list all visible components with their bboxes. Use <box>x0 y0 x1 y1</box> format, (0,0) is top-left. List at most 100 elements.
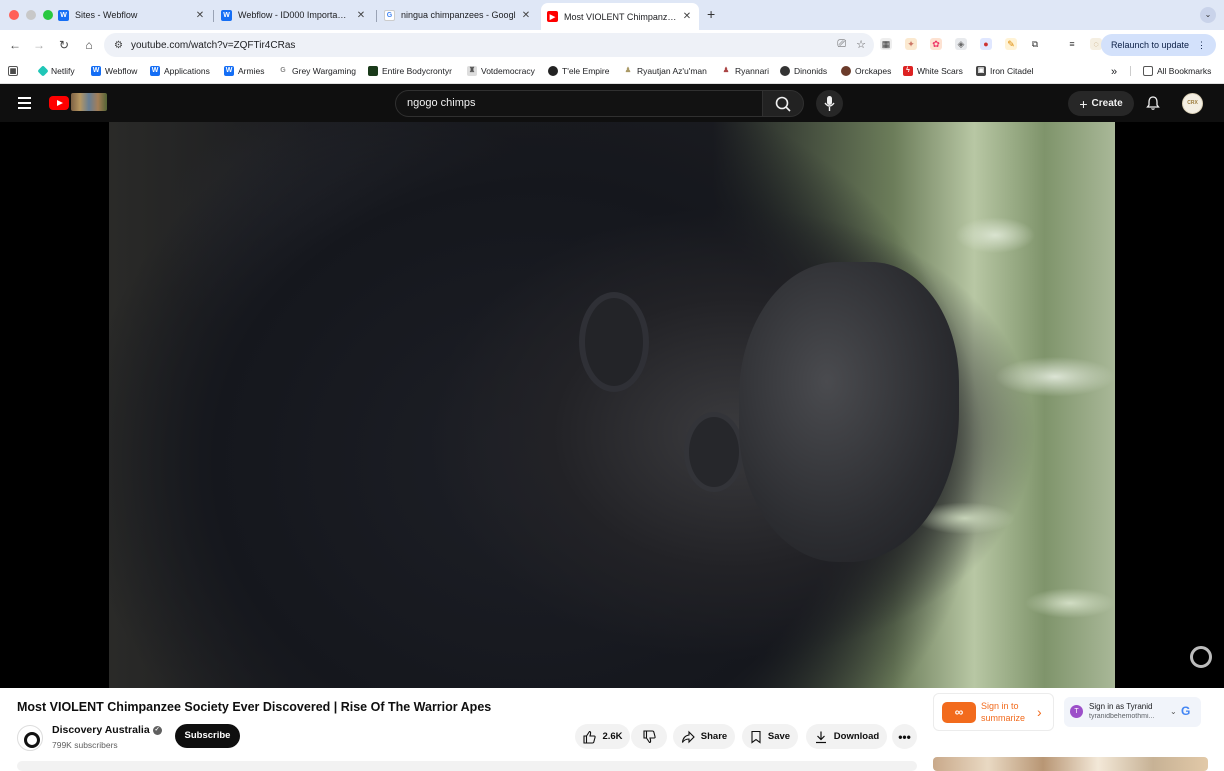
bookmark-ryannari[interactable]: ♟ Ryannari <box>721 66 769 76</box>
search-icon <box>775 96 791 112</box>
back-icon[interactable]: ← <box>8 38 22 52</box>
account-initial-avatar: T <box>1070 705 1083 718</box>
google-signin-prompt[interactable]: T Sign in as Tyranid tyranidbehemothmi..… <box>1064 697 1201 727</box>
account-avatar[interactable]: CRX <box>1182 93 1203 114</box>
webflow-icon: W <box>91 66 101 76</box>
tab-title: ningua chimpanzees - Googl <box>401 10 516 20</box>
tab-sites-webflow[interactable]: W Sites - Webflow ✕ <box>52 4 212 26</box>
summarize-text: Sign in to summarize <box>981 701 1026 723</box>
recommended-thumbnail[interactable] <box>933 757 1208 771</box>
more-icon[interactable]: ⋮ <box>1197 40 1206 51</box>
signin-title: Sign in as Tyranid <box>1089 702 1153 711</box>
folder-icon <box>1143 66 1153 76</box>
all-bookmarks[interactable]: All Bookmarks <box>1130 66 1211 76</box>
channel-avatar[interactable] <box>17 725 43 751</box>
bookmark-star-icon[interactable]: ☆ <box>856 38 866 51</box>
close-tab-icon[interactable]: ✕ <box>194 10 206 21</box>
bookmark-entire-bodycrontyr[interactable]: Entire Bodycrontyr <box>368 66 452 76</box>
thumbs-down-icon <box>643 729 656 743</box>
tab-youtube-active[interactable]: ▶ Most VIOLENT Chimpanzee S ✕ <box>541 3 699 30</box>
search-input[interactable]: ngogo chimps <box>395 90 763 117</box>
extension-icon[interactable]: ✦ <box>905 38 917 50</box>
bookmark-armies[interactable]: W Armies <box>224 66 264 76</box>
create-button[interactable]: + Create <box>1068 91 1134 116</box>
address-bar[interactable]: ⚙ youtube.com/watch?v=ZQFTir4CRas ⎚ ☆ <box>104 33 874 57</box>
bookmark-netlify[interactable]: Netlify <box>37 65 75 77</box>
close-tab-icon[interactable]: ✕ <box>355 10 367 21</box>
notifications-button[interactable] <box>1145 95 1161 116</box>
menu-icon[interactable] <box>18 97 31 112</box>
video-player[interactable] <box>0 122 1224 688</box>
like-count: 2.6K <box>602 731 623 742</box>
orc-icon <box>841 66 851 76</box>
apps-icon[interactable]: ▦ <box>8 66 22 76</box>
forward-icon[interactable]: → <box>32 38 46 52</box>
tab-google-search[interactable]: G ningua chimpanzees - Googl ✕ <box>378 4 538 26</box>
bookmark-webflow[interactable]: W Webflow <box>91 66 137 76</box>
extension-icon[interactable]: ● <box>980 38 992 50</box>
bell-icon <box>1146 96 1160 110</box>
like-button[interactable]: 2.6K <box>575 724 630 749</box>
chevron-down-icon[interactable]: ⌄ <box>1170 707 1177 716</box>
tab-webflow-id000[interactable]: W Webflow - ID000 Important A ✕ <box>215 4 373 26</box>
share-button[interactable]: Share <box>673 724 735 749</box>
bookmark-ryautjan[interactable]: ♟ Ryautjan Az'u'man <box>623 66 707 76</box>
browser-chrome: W Sites - Webflow ✕ W Webflow - ID000 Im… <box>0 0 1224 84</box>
tab-title: Sites - Webflow <box>75 10 138 20</box>
extension-icon[interactable]: ▦ <box>880 38 892 50</box>
youtube-logo[interactable] <box>49 96 69 110</box>
description-box[interactable] <box>17 761 917 771</box>
bookmark-orckapes[interactable]: Orckapes <box>841 66 891 76</box>
summarize-widget[interactable]: ∞ Sign in to summarize › <box>933 693 1054 731</box>
voice-search-button[interactable] <box>816 90 843 117</box>
dislike-button[interactable] <box>631 724 667 749</box>
tab-search-icon[interactable]: ⌄ <box>1200 7 1216 23</box>
bookmark-white-scars[interactable]: ϟ White Scars <box>903 66 963 76</box>
figure-icon: ♟ <box>721 66 731 76</box>
site-info-icon[interactable]: ⚙ <box>114 40 123 51</box>
extension-icon[interactable]: ◈ <box>955 38 967 50</box>
plus-icon: + <box>1079 95 1088 112</box>
cast-icon[interactable]: ⎚ <box>837 38 846 51</box>
g-icon: G <box>278 66 288 76</box>
youtube-doodle-logo[interactable] <box>71 93 107 111</box>
subscribe-button[interactable]: Subscribe <box>175 724 240 748</box>
bookmark-votdemocracy[interactable]: ♜ Votdemocracy <box>467 66 535 76</box>
bookmark-dinonids[interactable]: Dinonids <box>780 66 827 76</box>
puzzle-icon[interactable]: ⧉ <box>1029 38 1041 50</box>
share-icon <box>681 730 695 743</box>
summarize-logo-icon: ∞ <box>942 702 976 723</box>
extension-icon[interactable]: ✿ <box>930 38 942 50</box>
extension-icon[interactable]: ✎ <box>1005 38 1017 50</box>
reading-list-icon[interactable]: ≡ <box>1066 38 1078 50</box>
video-frame-chimpanzee[interactable] <box>109 122 1115 688</box>
close-tab-icon[interactable]: ✕ <box>681 11 693 22</box>
search-button[interactable] <box>762 90 804 117</box>
close-tab-icon[interactable]: ✕ <box>520 10 532 21</box>
channel-name[interactable]: Discovery Australia ✓ <box>52 724 162 736</box>
more-bookmarks-icon[interactable]: » <box>1111 66 1117 78</box>
more-actions-button[interactable]: ••• <box>892 724 917 749</box>
webflow-icon: W <box>150 66 160 76</box>
close-window-button[interactable] <box>9 10 19 20</box>
more-horizontal-icon: ••• <box>898 729 911 744</box>
circle-icon <box>548 66 558 76</box>
bookmark-grey-wargaming[interactable]: G Grey Wargaming <box>278 66 356 76</box>
minimize-window-button[interactable] <box>26 10 36 20</box>
new-tab-button[interactable]: + <box>707 6 715 22</box>
bookmark-tele-empire[interactable]: T'ele Empire <box>548 66 609 76</box>
download-button[interactable]: Download <box>806 724 887 749</box>
url-text[interactable]: youtube.com/watch?v=ZQFTir4CRas <box>131 40 295 51</box>
relaunch-label: Relaunch to update <box>1110 40 1189 50</box>
bookmark-applications[interactable]: W Applications <box>150 66 210 76</box>
download-label: Download <box>833 731 880 742</box>
home-icon[interactable]: ⌂ <box>82 38 96 52</box>
save-button[interactable]: Save <box>742 724 798 749</box>
bolt-icon: ϟ <box>903 66 913 76</box>
video-title: Most VIOLENT Chimpanzee Society Ever Dis… <box>17 700 492 714</box>
chimp-ear-2 <box>684 412 744 492</box>
reload-icon[interactable]: ↻ <box>57 38 71 52</box>
relaunch-button[interactable]: Relaunch to update ⋮ <box>1100 34 1216 56</box>
bookmark-iron-citadel[interactable]: ▣ Iron Citadel <box>976 66 1033 76</box>
chevron-right-icon: › <box>1037 704 1042 720</box>
